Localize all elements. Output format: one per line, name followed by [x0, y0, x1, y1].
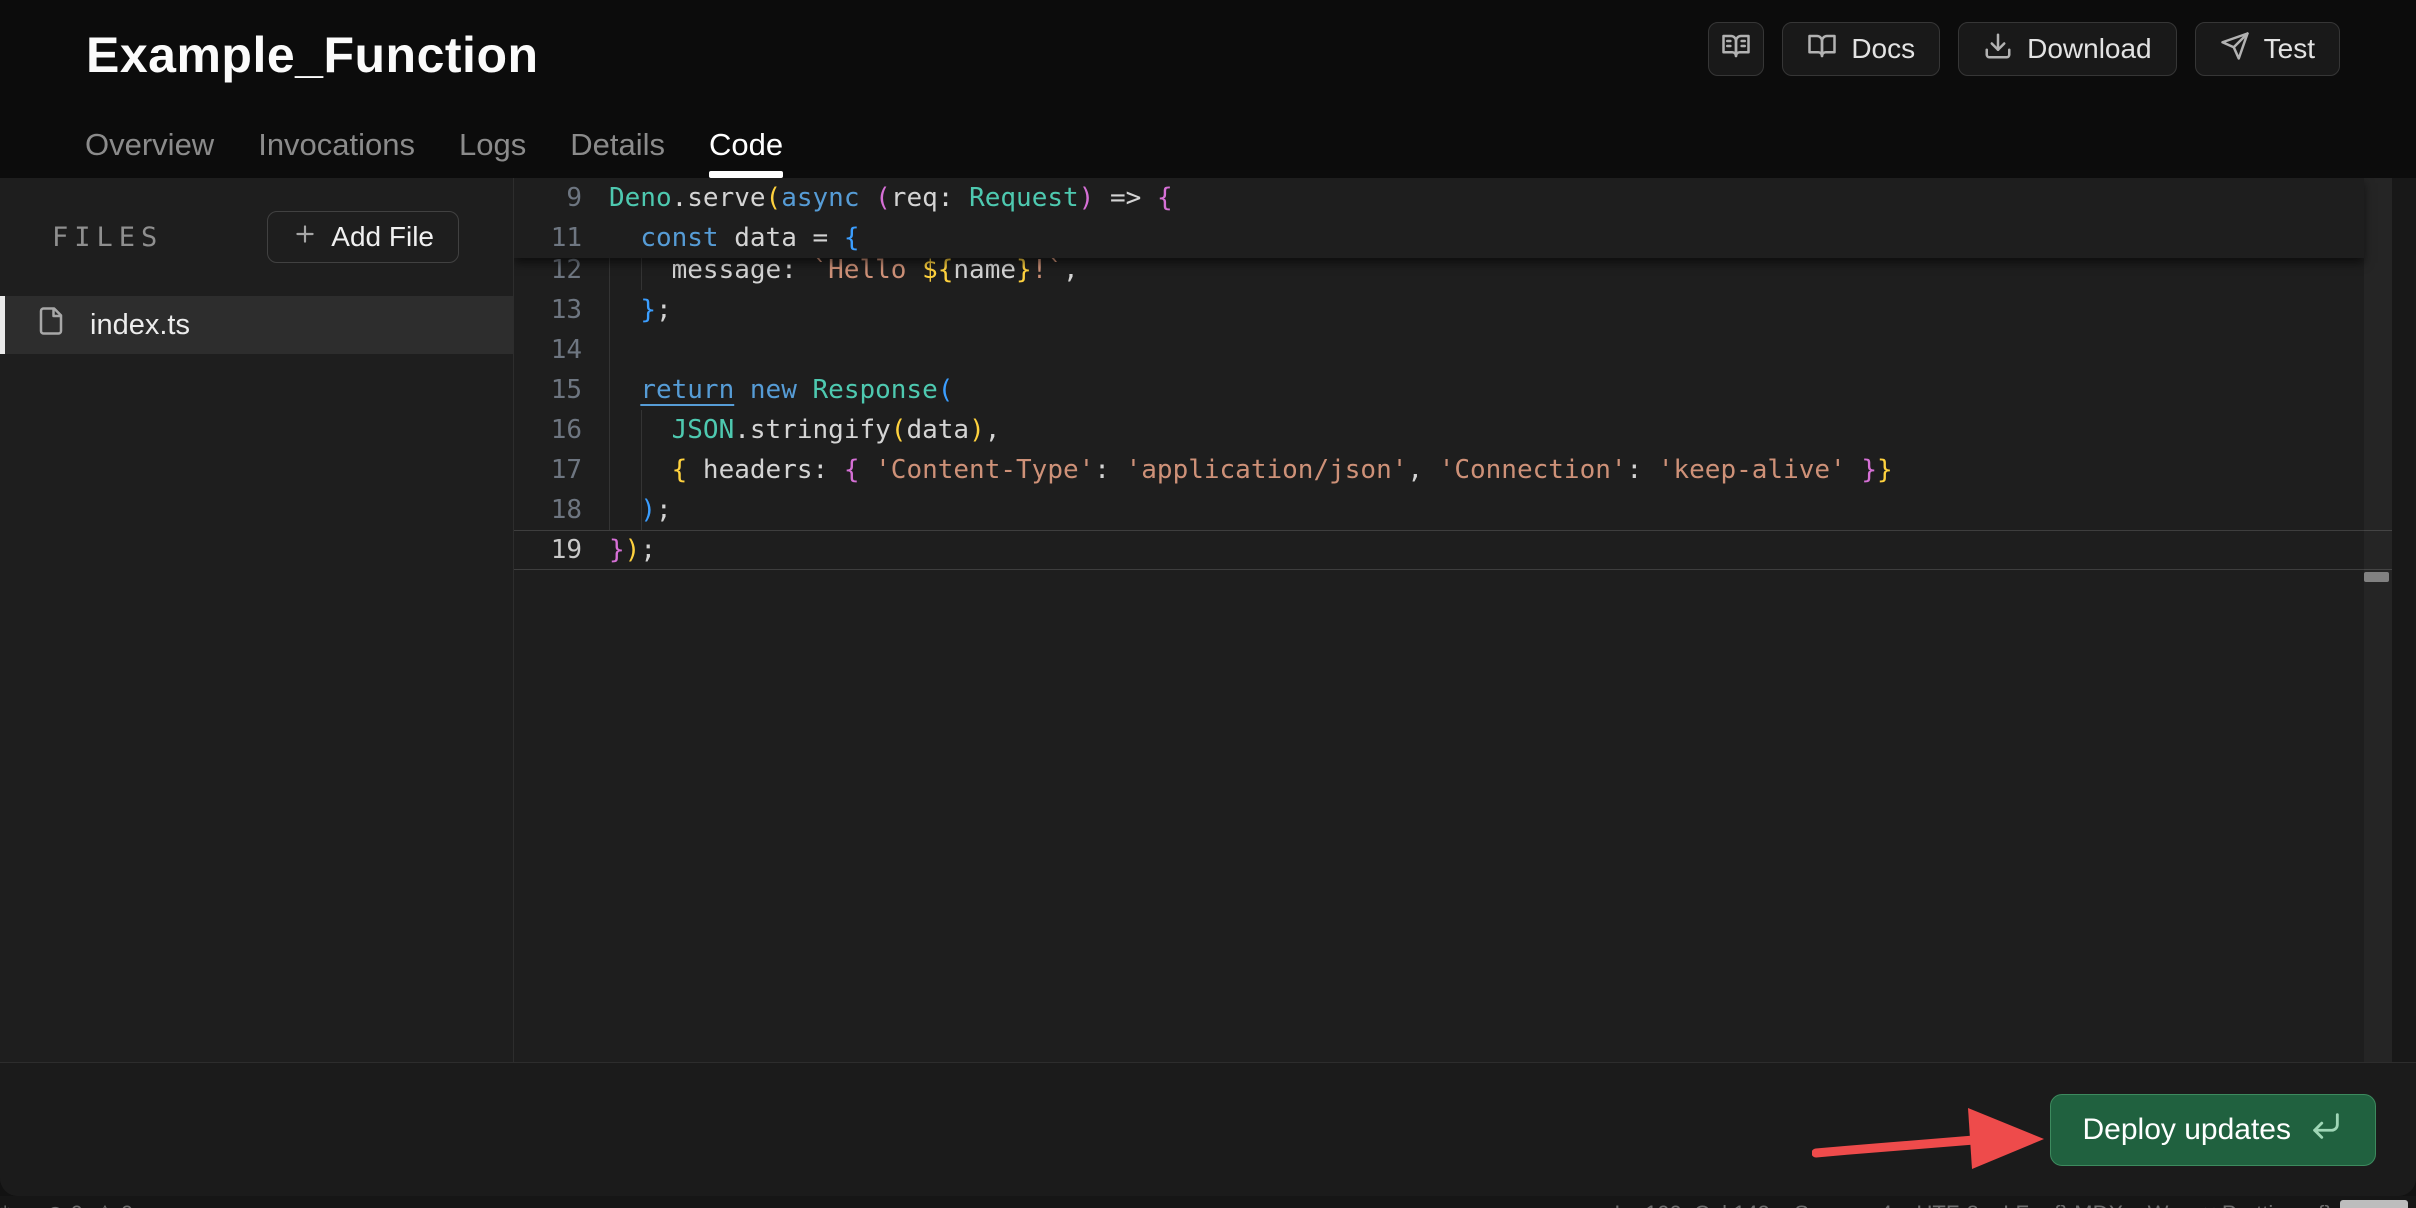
files-sidebar: FILES Add File index.ts [0, 178, 514, 1062]
deploy-updates-button[interactable]: Deploy updates [2050, 1094, 2376, 1166]
scrollbar-track[interactable] [2392, 178, 2416, 1062]
function-page-panel: Example_Function Docs [0, 0, 2416, 1196]
files-header: FILES Add File [0, 178, 513, 296]
scrollbar-thumb[interactable] [2364, 572, 2389, 582]
file-icon [36, 306, 66, 344]
tab-overview[interactable]: Overview [85, 112, 214, 178]
book-open-icon [1807, 31, 1837, 68]
status-indicator-box[interactable] [2340, 1200, 2408, 1208]
code-line-16: 16 JSON.stringify(data), [514, 410, 2392, 450]
content-area: FILES Add File index.ts [0, 178, 2416, 1062]
status-left-items[interactable]: testing* ⊗ 0 ⚠ 0 [0, 1201, 133, 1208]
indent-guide [609, 250, 610, 530]
tab-code[interactable]: Code [709, 112, 783, 178]
code-line-18: 18 ); [514, 490, 2392, 530]
code-lines: 12 message: `Hello ${name}!`,13 };1415 r… [514, 250, 2392, 570]
code-line-17: 17 { headers: { 'Content-Type': 'applica… [514, 450, 2392, 490]
plus-icon [292, 221, 318, 254]
tab-invocations[interactable]: Invocations [258, 112, 415, 178]
vscode-status-bar: testing* ⊗ 0 ⚠ 0 Ln 100, Col 142 Spaces:… [0, 1196, 2416, 1208]
test-button[interactable]: Test [2195, 22, 2340, 76]
deploy-button-label: Deploy updates [2083, 1113, 2291, 1147]
minimap [2364, 178, 2392, 1062]
file-item-index-ts[interactable]: index.ts [0, 296, 513, 354]
code-line-11: 11 const data = { [514, 218, 2364, 258]
send-icon [2220, 31, 2250, 68]
reader-button[interactable] [1708, 22, 1764, 76]
header-actions: Docs Download Test [1708, 22, 2340, 76]
status-right-items[interactable]: Ln 100, Col 142 Spaces: 4 UTF-8 LF {} MD… [1614, 1201, 2332, 1208]
enter-key-icon [2309, 1109, 2343, 1151]
annotation-arrow [1812, 1095, 2044, 1190]
docs-button[interactable]: Docs [1782, 22, 1940, 76]
code-line-15: 15 return new Response( [514, 370, 2392, 410]
tab-details[interactable]: Details [570, 112, 665, 178]
code-line-13: 13 }; [514, 290, 2392, 330]
code-line-9: 9Deno.serve(async (req: Request) => { [514, 178, 2364, 218]
page-title: Example_Function [86, 26, 539, 84]
docs-button-label: Docs [1851, 33, 1915, 65]
tab-logs[interactable]: Logs [459, 112, 526, 178]
download-icon [1983, 31, 2013, 68]
tab-bar: Overview Invocations Logs Details Code [85, 112, 783, 178]
code-line-14: 14 [514, 330, 2392, 370]
page-header: Example_Function Docs [0, 0, 2416, 178]
test-button-label: Test [2264, 33, 2315, 65]
editor-footer: Deploy updates [0, 1062, 2416, 1196]
code-line-19: 19}); [514, 530, 2392, 570]
book-reader-icon [1721, 31, 1751, 68]
sticky-scroll: 9Deno.serve(async (req: Request) => {11 … [514, 178, 2364, 258]
indent-guide [641, 410, 642, 530]
files-label: FILES [52, 222, 163, 253]
code-editor[interactable]: 12 message: `Hello ${name}!`,13 };1415 r… [514, 178, 2416, 1062]
file-name: index.ts [90, 309, 190, 342]
download-button[interactable]: Download [1958, 22, 2177, 76]
add-file-label: Add File [331, 221, 434, 253]
app-root: testing* ⊗ 0 ⚠ 0 Ln 100, Col 142 Spaces:… [0, 0, 2416, 1208]
add-file-button[interactable]: Add File [267, 211, 459, 263]
download-button-label: Download [2027, 33, 2152, 65]
